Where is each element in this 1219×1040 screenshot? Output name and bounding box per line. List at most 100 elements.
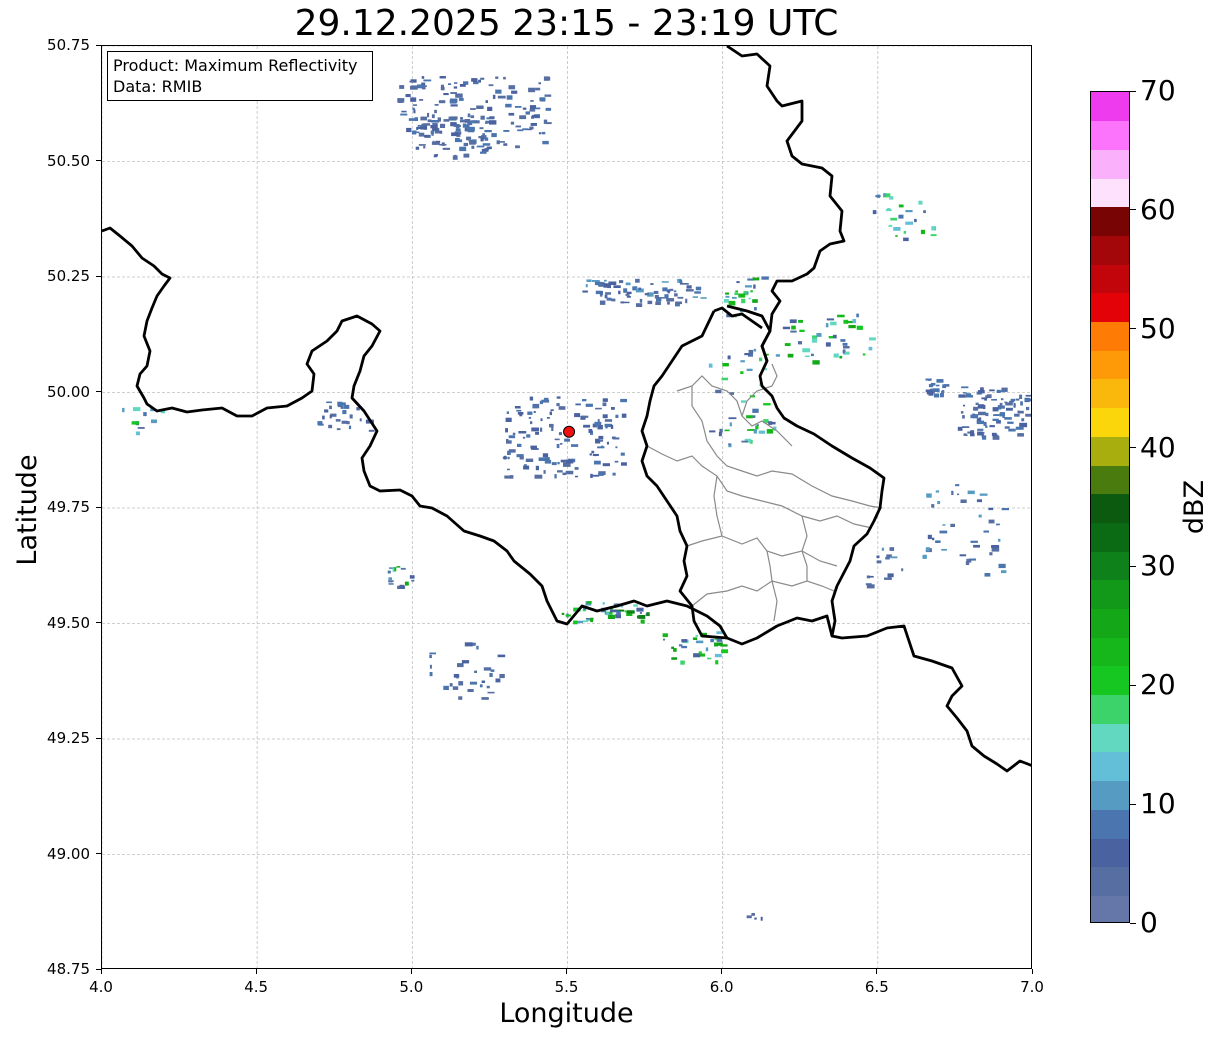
echo-pixel — [977, 404, 984, 409]
echo-pixel — [983, 404, 986, 410]
y-tick-mark — [96, 160, 101, 161]
echo-pixel — [450, 116, 458, 120]
echo-pixel — [621, 413, 627, 418]
echo-pixel — [532, 114, 539, 118]
echo-pixel — [832, 334, 837, 339]
gridlines — [102, 46, 1031, 968]
echo-pixel — [1010, 398, 1016, 402]
echo-pixel — [989, 425, 995, 428]
echo-pixel — [602, 463, 610, 467]
echo-pixel — [887, 208, 891, 210]
echo-pixel — [748, 297, 751, 300]
echo-pixel — [414, 117, 418, 121]
colorbar-segment — [1091, 723, 1129, 753]
colorbar-segment — [1091, 493, 1129, 523]
y-tick-mark — [96, 506, 101, 508]
x-tick-label: 6.0 — [709, 978, 734, 996]
data-source-label: Data: RMIB — [113, 77, 203, 96]
echo-pixel — [980, 387, 984, 391]
admin-boundary — [691, 386, 883, 509]
echo-pixel — [603, 279, 607, 282]
echo-pixel — [1004, 417, 1012, 420]
country-borders — [102, 46, 1031, 773]
echo-pixel — [731, 296, 737, 299]
echo-pixel — [991, 432, 997, 437]
echo-pixel — [644, 293, 649, 296]
echo-pixel — [627, 610, 635, 614]
echo-pixel — [443, 119, 450, 122]
echo-pixel — [752, 415, 756, 418]
echo-pixel — [692, 637, 698, 640]
echo-pixel — [611, 298, 616, 302]
echo-pixel — [485, 122, 488, 124]
echo-pixel — [482, 143, 491, 146]
echo-pixel — [387, 570, 391, 574]
echo-pixel — [485, 100, 488, 103]
echo-pixel — [534, 474, 543, 479]
echo-pixel — [453, 86, 458, 89]
echo-pixel — [611, 407, 615, 410]
echo-pixel — [816, 333, 822, 337]
echo-pixel — [1014, 413, 1020, 417]
echo-pixel — [458, 681, 464, 686]
echo-pixel — [423, 123, 431, 126]
echo-pixel — [729, 422, 732, 427]
colorbar-label: dBZ — [1179, 479, 1210, 535]
echo-pixel — [577, 620, 583, 624]
echo-pixel — [340, 406, 344, 409]
echo-pixel — [986, 394, 992, 399]
echo-pixel — [898, 204, 904, 208]
echo-pixel — [497, 95, 506, 99]
echo-pixel — [685, 289, 688, 292]
echo-pixel — [996, 389, 1001, 393]
echo-pixel — [890, 556, 898, 559]
echo-pixel — [523, 465, 530, 470]
echo-pixel — [322, 415, 325, 420]
echo-pixel — [970, 433, 975, 437]
echo-pixel — [317, 421, 323, 426]
echo-pixel — [655, 301, 661, 305]
colorbar-segment — [1091, 149, 1129, 179]
echo-pixel — [720, 644, 728, 647]
echo-pixel — [486, 685, 490, 689]
echo-pixel — [962, 426, 970, 428]
echo-pixel — [1025, 394, 1031, 397]
echo-pixel — [973, 544, 980, 548]
echo-pixel — [573, 620, 578, 625]
colorbar-segment — [1091, 350, 1129, 380]
admin-boundary — [801, 515, 808, 581]
echo-pixel — [467, 689, 474, 692]
echo-pixel — [723, 299, 729, 303]
echo-pixel — [650, 283, 654, 285]
echo-pixel — [881, 547, 884, 551]
echo-pixel — [397, 98, 405, 103]
echo-pixel — [532, 405, 538, 409]
echo-pixel — [540, 418, 543, 422]
echo-pixel — [512, 432, 516, 436]
echo-pixel — [741, 298, 746, 304]
echo-pixel — [969, 558, 976, 561]
echo-pixel — [662, 633, 668, 638]
echo-pixel — [423, 79, 432, 82]
echo-pixel — [507, 468, 510, 471]
echo-pixel — [620, 398, 627, 403]
echo-pixel — [598, 472, 604, 476]
echo-pixel — [135, 431, 140, 436]
echo-pixel — [869, 575, 874, 578]
echo-pixel — [588, 429, 593, 433]
echo-pixel — [1021, 418, 1025, 422]
echo-pixel — [478, 79, 481, 83]
echo-pixel — [1015, 426, 1024, 430]
echo-pixel — [557, 470, 563, 473]
echo-pixel — [883, 193, 886, 197]
echo-pixel — [707, 657, 712, 660]
echo-pixel — [1020, 401, 1023, 406]
echo-pixel — [486, 146, 492, 150]
echo-pixel — [400, 567, 406, 570]
echo-pixel — [675, 301, 682, 305]
echo-pixel — [421, 76, 425, 79]
echo-pixel — [740, 360, 745, 363]
echo-pixel — [597, 419, 600, 423]
echo-pixel — [592, 453, 599, 456]
echo-pixel — [884, 577, 892, 580]
